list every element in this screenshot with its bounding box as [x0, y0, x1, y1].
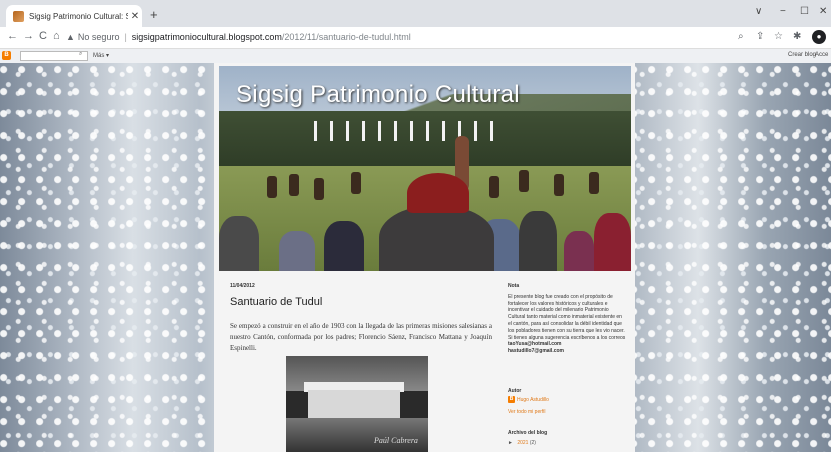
url-host: sigsigpatrimoniocultural.blogspot.com	[131, 32, 282, 42]
zoom-icon[interactable]: ⌕	[738, 31, 744, 42]
new-tab-button[interactable]: +	[150, 7, 158, 22]
post-date: 11/04/2012	[230, 283, 255, 289]
warning-icon[interactable]: ▲	[66, 32, 75, 42]
email-2: hastudillo7@gmail.com	[508, 348, 564, 355]
minimize-button[interactable]: −	[780, 6, 786, 17]
search-icon[interactable]: ⌕	[79, 51, 82, 58]
security-status[interactable]: No seguro	[78, 32, 120, 42]
archive-heading: Archivo del blog	[508, 430, 548, 436]
blog-title[interactable]: Sigsig Patrimonio Cultural	[236, 81, 520, 109]
nota-text: El presente blog fue creado con el propó…	[508, 293, 625, 334]
access-link[interactable]: Acce	[815, 52, 828, 58]
archive-year[interactable]: 2021	[517, 440, 528, 446]
post-title[interactable]: Santuario de Tudul	[230, 296, 322, 308]
site-favicon-icon	[13, 10, 24, 22]
post-body: Se empezó a construir en el año de 1903 …	[230, 322, 492, 352]
author-link[interactable]: B Hugo Astudillo	[508, 396, 549, 403]
more-menu[interactable]: Más ▾	[93, 52, 109, 59]
sidebar-nota: Nota El presente blog fue creado con el …	[508, 283, 626, 355]
home-button[interactable]: ⌂	[53, 30, 60, 42]
view-profile-link[interactable]: Ver todo mi perfil	[508, 409, 546, 415]
blogger-navbar: B ⌕ Más ▾ Crear blog Acce	[0, 49, 831, 64]
photo-signature: Paúl Cabrera	[374, 436, 418, 445]
tab-search-icon[interactable]: ∨	[755, 6, 762, 17]
autor-heading: Autor	[508, 388, 522, 394]
blogger-profile-icon: B	[508, 396, 515, 403]
reload-button[interactable]: C	[39, 30, 47, 42]
nota-text-contact: Si tienes alguna sugerencia escríbenos a…	[508, 334, 626, 341]
browser-tab[interactable]: Sigsig Patrimonio Cultural: Santu ✕	[6, 5, 142, 27]
url-separator: |	[124, 32, 127, 42]
create-blog-link[interactable]: Crear blog	[788, 52, 816, 58]
forward-button[interactable]: →	[23, 30, 34, 42]
profile-avatar[interactable]: ●	[812, 30, 826, 44]
nota-heading: Nota	[508, 283, 520, 289]
blog-content: Sigsig Patrimonio Cultural 11/04/2012 Sa…	[214, 63, 635, 452]
archive-year-item[interactable]: ► 2021 (2)	[508, 440, 536, 446]
tab-close-icon[interactable]: ✕	[128, 11, 142, 22]
restore-button[interactable]: ☐	[800, 6, 809, 17]
share-icon[interactable]: ⇪	[756, 31, 764, 42]
blog-search-input[interactable]	[20, 51, 88, 61]
tab-bar: Sigsig Patrimonio Cultural: Santu ✕ + ∨ …	[0, 0, 831, 27]
tab-title: Sigsig Patrimonio Cultural: Santu	[29, 11, 128, 21]
archive-count: (2)	[529, 440, 536, 446]
blog-header-image[interactable]: Sigsig Patrimonio Cultural	[219, 66, 631, 271]
bookmark-star-icon[interactable]: ☆	[774, 31, 783, 42]
author-name[interactable]: Hugo Astudillo	[517, 397, 549, 403]
blogger-logo-icon[interactable]: B	[2, 51, 11, 60]
red-hat	[407, 173, 469, 213]
extensions-icon[interactable]: ✱	[793, 31, 801, 42]
browser-toolbar: ← → C ⌂ ▲ No seguro | sigsigpatrimoniocu…	[0, 27, 831, 49]
address-bar[interactable]: ▲ No seguro | sigsigpatrimoniocultural.b…	[66, 29, 712, 45]
email-1: taoYusa@hotmail.com	[508, 341, 562, 348]
expand-toggle-icon[interactable]: ►	[508, 440, 513, 446]
post-photo[interactable]: Paúl Cabrera	[286, 356, 428, 452]
hanging-banners	[314, 121, 544, 145]
close-window-button[interactable]: ✕	[819, 6, 827, 17]
url-path: /2012/11/santuario-de-tudul.html	[281, 32, 411, 42]
back-button[interactable]: ←	[7, 30, 18, 42]
